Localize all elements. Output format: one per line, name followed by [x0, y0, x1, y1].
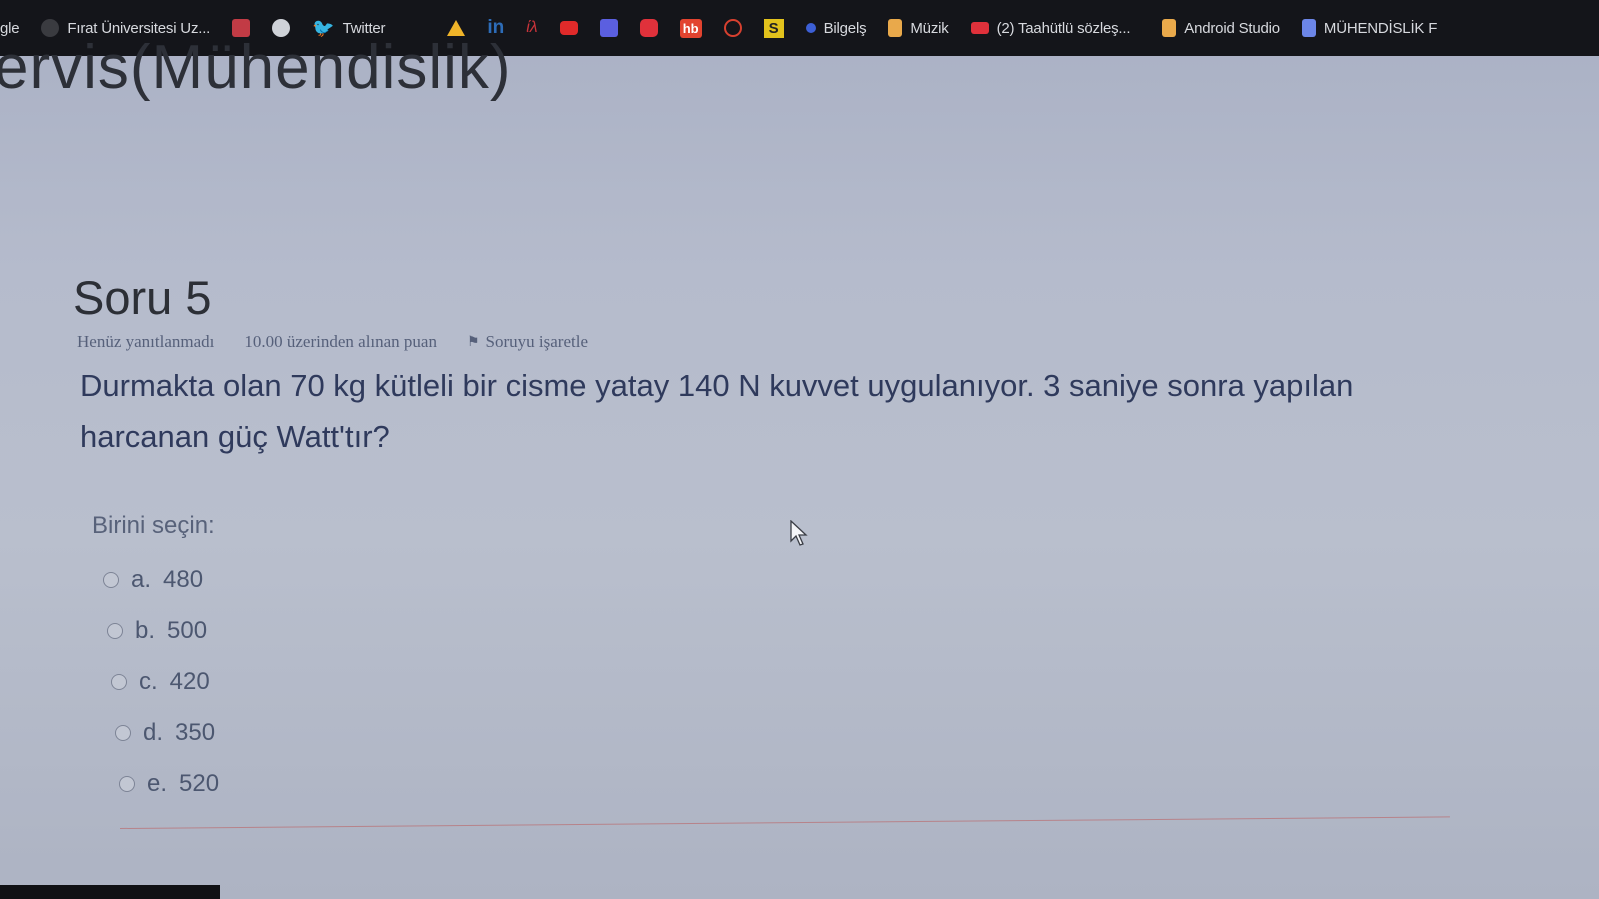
question-text: Durmakta olan 70 kg kütleli bir cisme ya…	[80, 368, 1354, 454]
bookmark-refresh[interactable]	[723, 19, 742, 37]
question-status: Henüz yanıtlanmadı	[77, 332, 215, 351]
bookmark-academia[interactable]: ίλ	[526, 19, 537, 37]
bookmark-pocket[interactable]	[639, 19, 658, 37]
bookmark-android-studio[interactable]: Android Studio	[1162, 19, 1280, 37]
radio-button[interactable]	[107, 622, 123, 639]
circle-icon	[723, 19, 742, 37]
bilgels-icon	[805, 23, 816, 33]
folder-icon	[1162, 19, 1177, 37]
question-points: 10.00 üzerinden alınan puan	[244, 332, 437, 351]
bookmark-twitch[interactable]	[599, 19, 618, 37]
bookmark-muhendislik[interactable]: MÜHENDİSLİK F	[1301, 19, 1437, 37]
option-letter: a.	[131, 565, 152, 593]
option-c[interactable]: c. 420	[111, 656, 219, 707]
option-a[interactable]: a. 480	[103, 554, 219, 605]
option-letter: d.	[143, 718, 164, 746]
s-icon: S	[763, 18, 784, 38]
folder-icon	[888, 19, 903, 37]
flag-label: Soruyu işaretle	[485, 332, 588, 351]
bookmark-bilgels[interactable]: Bilgelş	[805, 20, 867, 37]
mouse-cursor-icon	[790, 520, 808, 546]
radio-button[interactable]	[111, 673, 127, 690]
page-heading: ervis(Mühendislik)	[0, 33, 512, 102]
drive-icon	[1301, 19, 1316, 37]
bookmark-muzik[interactable]: Müzik	[888, 19, 949, 37]
youtube-icon	[559, 21, 578, 35]
option-letter: e.	[147, 769, 168, 797]
taskbar	[0, 885, 220, 899]
question-info: Henüz yanıtlanmadı 10.00 üzerinden alına…	[77, 332, 588, 352]
option-b[interactable]: b. 500	[107, 605, 219, 656]
option-value: 480	[163, 565, 204, 593]
answer-options: a. 480 b. 500 c. 420 d. 350 e. 520	[103, 554, 219, 809]
flag-icon: ⚑	[466, 334, 480, 350]
flag-question-link[interactable]: ⚑ Soruyu işaretle	[467, 332, 588, 352]
radio-button[interactable]	[103, 571, 119, 588]
academia-icon: ίλ	[526, 19, 538, 36]
bookmark-taahutlu[interactable]: (2) Taahütlü sözleş...	[970, 20, 1130, 37]
bookmark-youtube[interactable]	[559, 21, 578, 35]
bookmark-hepsiburada[interactable]: hb	[679, 18, 702, 38]
option-letter: b.	[135, 616, 156, 644]
select-label: Birini seçin:	[92, 512, 215, 539]
twitch-icon	[599, 19, 618, 37]
pocket-icon	[639, 19, 658, 37]
option-e[interactable]: e. 520	[119, 758, 219, 809]
bookmark-s[interactable]: S	[763, 18, 784, 38]
divider	[119, 816, 1450, 829]
option-value: 420	[169, 667, 210, 695]
radio-button[interactable]	[119, 775, 135, 792]
radio-button[interactable]	[115, 724, 131, 741]
youtube-icon	[970, 22, 989, 34]
option-letter: c.	[139, 667, 158, 695]
option-value: 350	[175, 718, 216, 746]
hb-icon: hb	[679, 18, 702, 38]
option-value: 500	[167, 616, 208, 644]
option-value: 520	[179, 769, 220, 797]
option-d[interactable]: d. 350	[115, 707, 219, 758]
question-title: Soru 5	[73, 271, 212, 324]
